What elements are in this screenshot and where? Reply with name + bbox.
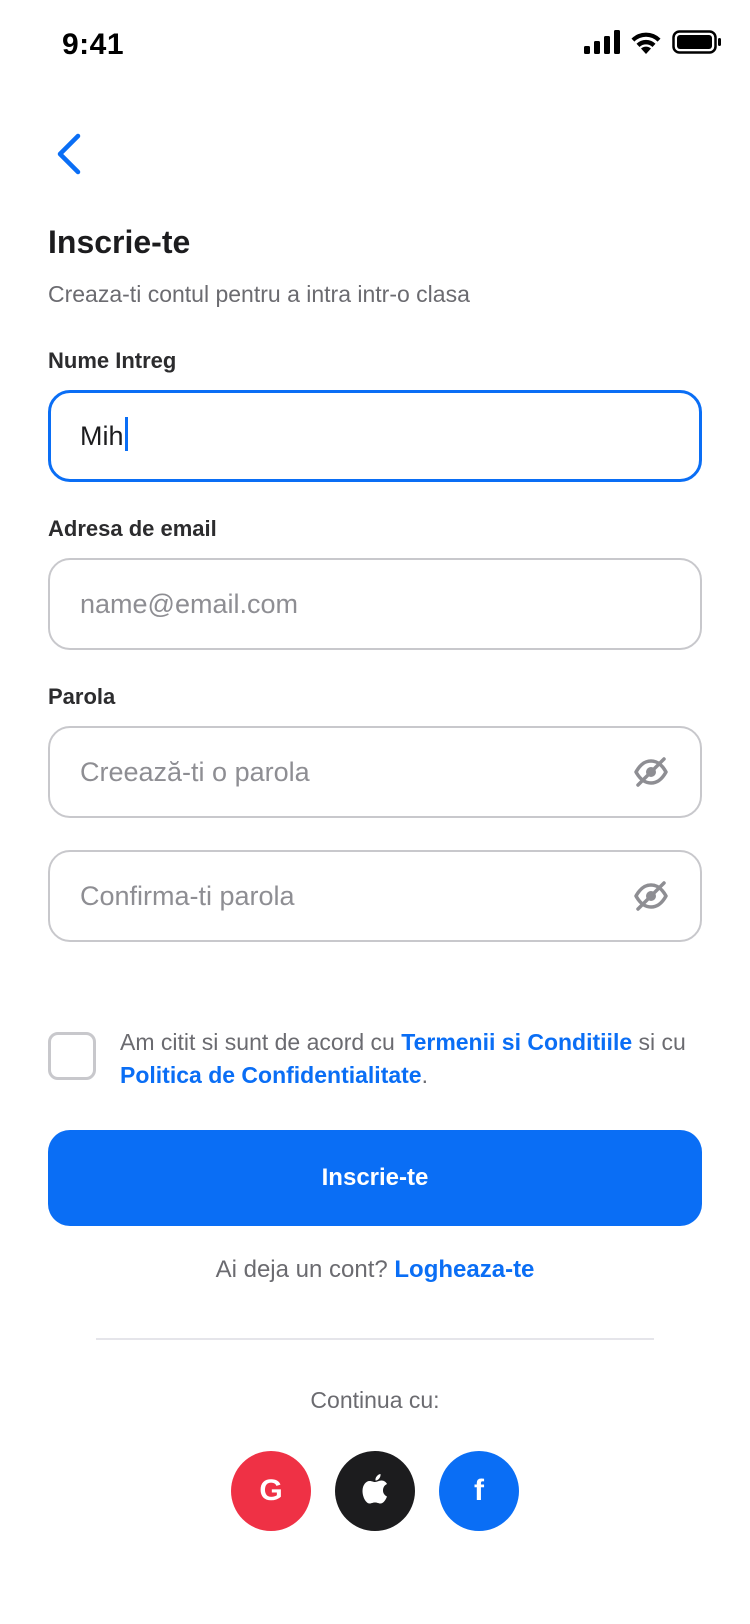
google-icon: G xyxy=(259,1474,283,1507)
apple-login-button[interactable] xyxy=(335,1451,415,1531)
login-prompt: Ai deja un cont? Logheaza-te xyxy=(0,1256,750,1284)
google-login-button[interactable]: G xyxy=(231,1451,311,1531)
password-field[interactable]: Creează-ti o parola xyxy=(48,726,702,818)
full-name-label: Nume Intreg xyxy=(48,348,177,373)
page-subtitle: Creaza-ti contul pentru a intra intr-o c… xyxy=(48,281,470,307)
facebook-icon: f xyxy=(474,1474,484,1507)
login-prompt-text: Ai deja un cont? xyxy=(215,1256,395,1283)
chevron-left-icon xyxy=(54,132,84,181)
back-button[interactable] xyxy=(42,126,96,186)
confirm-password-placeholder: Confirma-ti parola xyxy=(80,880,295,911)
full-name-field[interactable]: Mih xyxy=(48,390,702,482)
password-placeholder: Creează-ti o parola xyxy=(80,756,310,787)
page-title: Inscrie-te xyxy=(48,224,191,260)
social-login-row: G f xyxy=(0,1451,750,1531)
login-link[interactable]: Logheaza-te xyxy=(394,1256,534,1283)
terms-checkbox[interactable] xyxy=(48,1032,96,1080)
status-bar: 9:41 xyxy=(0,0,750,90)
apple-icon xyxy=(362,1473,388,1509)
privacy-link[interactable]: Politica de Confidentialitate xyxy=(120,1062,422,1088)
email-placeholder: name@email.com xyxy=(80,588,298,619)
email-field[interactable]: name@email.com xyxy=(48,558,702,650)
battery-icon xyxy=(672,30,722,54)
email-label: Adresa de email xyxy=(48,516,217,541)
signup-button[interactable]: Inscrie-te xyxy=(48,1130,702,1226)
full-name-value: Mih xyxy=(80,420,124,451)
status-icons xyxy=(584,30,722,54)
terms-text-part1: Am citit si sunt de acord cu xyxy=(120,1029,402,1055)
divider xyxy=(96,1338,654,1340)
status-time: 9:41 xyxy=(62,28,125,61)
signup-screen: 9:41 Inscrie-te Creaza-ti contul pentru … xyxy=(0,0,750,1624)
eye-off-icon[interactable] xyxy=(632,753,670,791)
facebook-login-button[interactable]: f xyxy=(439,1451,519,1531)
confirm-password-field[interactable]: Confirma-ti parola xyxy=(48,850,702,942)
wifi-icon xyxy=(630,30,662,54)
password-label: Parola xyxy=(48,684,116,709)
text-caret xyxy=(124,417,128,451)
eye-off-icon[interactable] xyxy=(632,877,670,915)
terms-link[interactable]: Termenii si Conditiile xyxy=(401,1029,632,1055)
continue-with-text: Continua cu: xyxy=(310,1387,440,1413)
cellular-signal-icon xyxy=(584,30,620,54)
terms-text: Am citit si sunt de acord cu Termenii si… xyxy=(120,1026,710,1092)
terms-text-part3: . xyxy=(421,1062,428,1088)
terms-text-part2: si cu xyxy=(632,1029,686,1055)
